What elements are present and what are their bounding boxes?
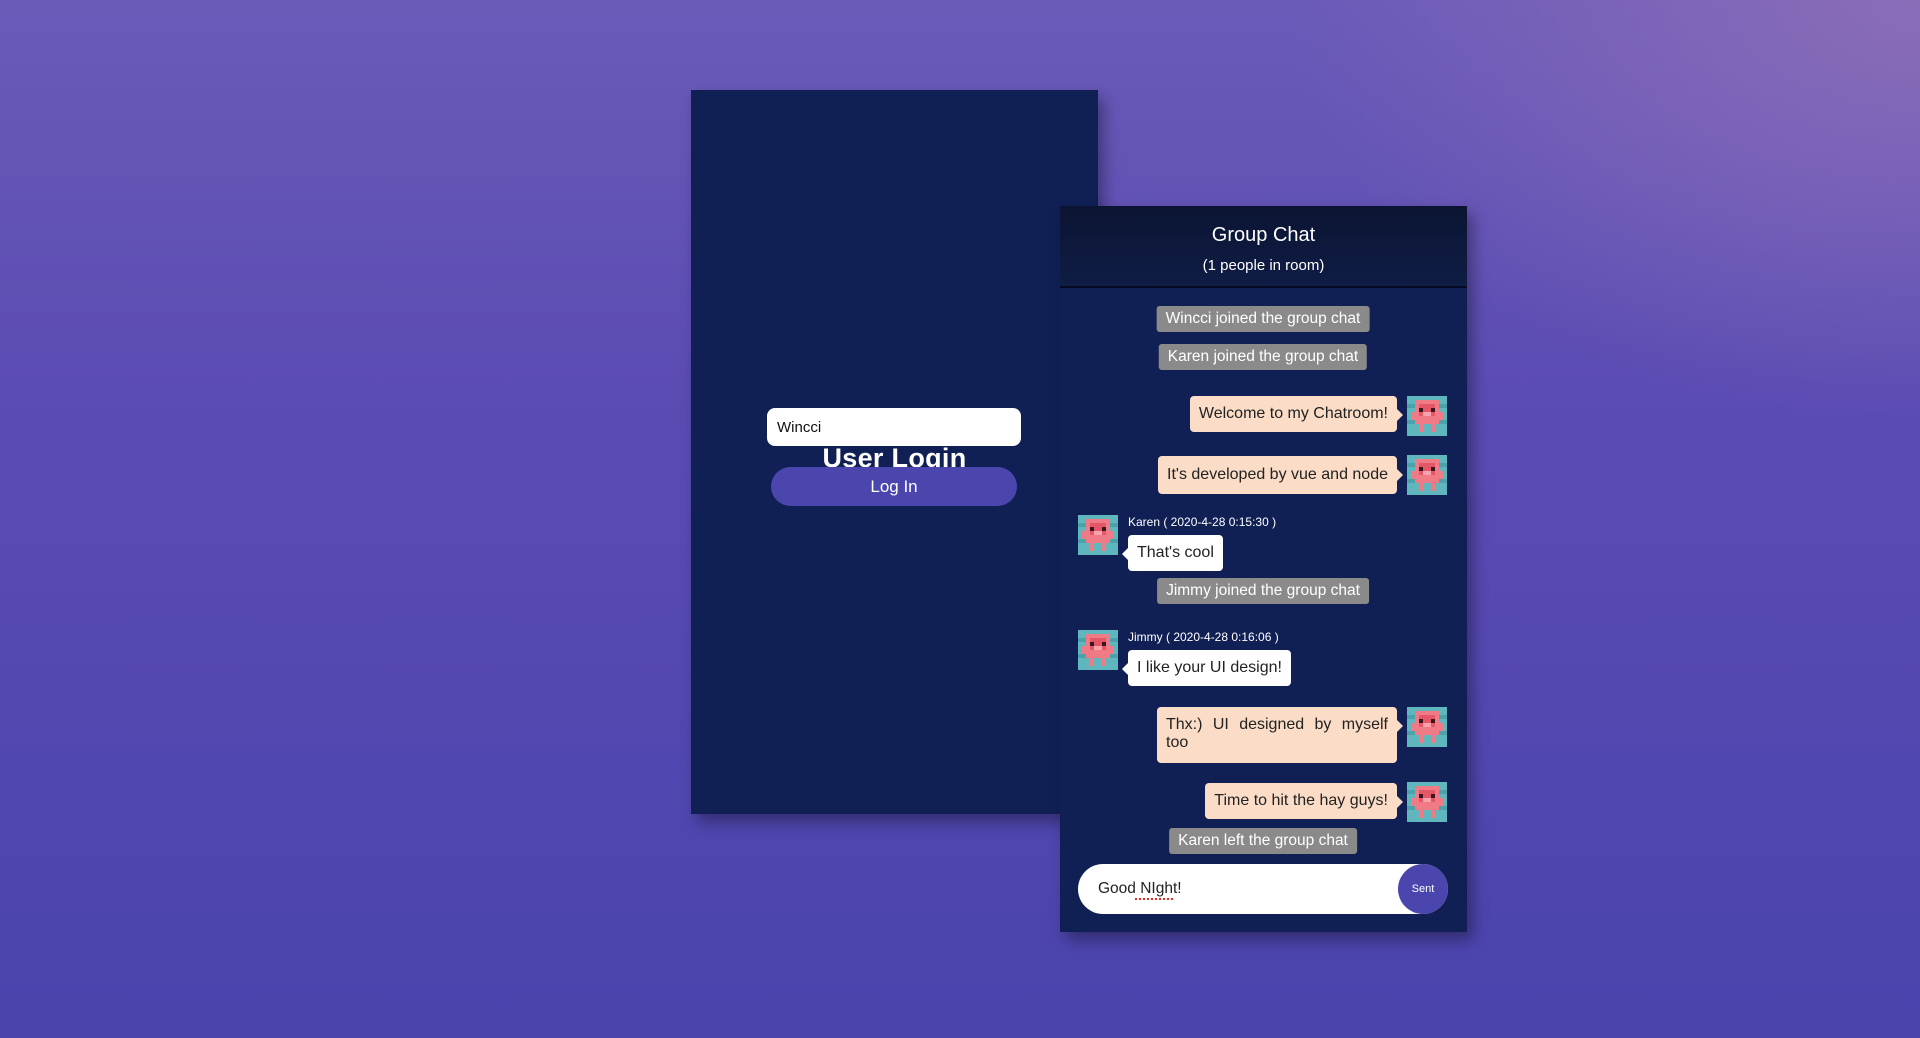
avatar-icon: [1407, 396, 1447, 436]
login-button[interactable]: Log In: [771, 467, 1017, 506]
send-button[interactable]: Sent: [1398, 864, 1448, 914]
other-message-bubble: I like your UI design!: [1122, 650, 1291, 686]
system-message: Wincci joined the group chat: [1156, 306, 1370, 332]
group-chat-panel: Group Chat (1 people in room) Wincci joi…: [1060, 206, 1467, 932]
sender-meta: Jimmy ( 2020-4-28 0:16:06 ): [1128, 630, 1279, 644]
login-panel: User Login Log In: [691, 90, 1098, 814]
avatar-icon: [1078, 630, 1118, 670]
room-count: (1 people in room): [1202, 257, 1325, 274]
other-message-bubble: That's cool: [1122, 535, 1223, 571]
self-message-bubble: Time to hit the hay guys!: [1205, 783, 1403, 819]
avatar-icon: [1078, 515, 1118, 555]
spellcheck-underline: [1134, 897, 1174, 900]
chat-title: Group Chat: [1211, 224, 1316, 246]
chat-header: Group Chat (1 people in room): [1060, 206, 1467, 288]
system-message: Karen joined the group chat: [1158, 344, 1368, 370]
self-message-bubble: Welcome to my Chatroom!: [1189, 396, 1404, 432]
sender-meta: Karen ( 2020-4-28 0:15:30 ): [1128, 515, 1277, 529]
message-composer: Sent: [1078, 864, 1448, 914]
avatar-icon: [1407, 782, 1447, 822]
avatar-icon: [1407, 707, 1447, 747]
system-message: Jimmy joined the group chat: [1157, 578, 1369, 604]
system-message: Karen left the group chat: [1169, 828, 1357, 854]
self-message-bubble: Thx:) UI designed by myself too: [1157, 707, 1403, 763]
self-message-bubble: It's developed by vue and node: [1158, 456, 1403, 494]
username-input[interactable]: [767, 408, 1021, 446]
avatar-icon: [1407, 455, 1447, 495]
message-input[interactable]: [1078, 864, 1398, 914]
